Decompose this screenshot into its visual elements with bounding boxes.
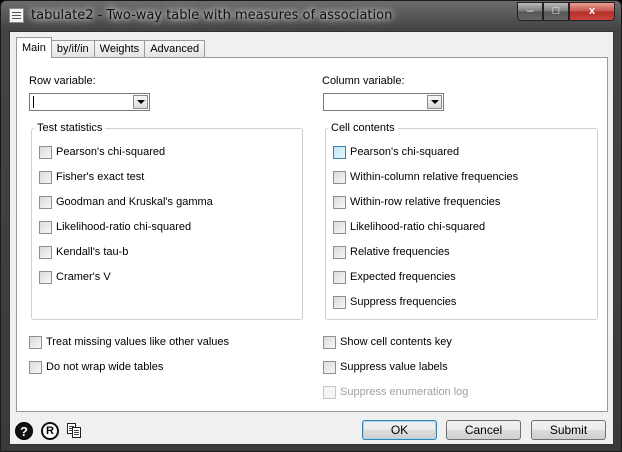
test-taub-checkbox[interactable]: Kendall's tau-b — [39, 245, 128, 259]
cell-row-relfreq-checkbox[interactable]: Within-row relative frequencies — [333, 195, 500, 209]
window-title: tabulate2 - Two-way table with measures … — [31, 8, 393, 23]
tab-strip: Main by/if/in Weights Advanced — [16, 37, 206, 58]
checkbox-label: Suppress frequencies — [350, 296, 457, 308]
checkbox-box[interactable] — [39, 270, 52, 284]
checkbox-box[interactable] — [333, 295, 346, 309]
checkbox-label: Show cell contents key — [340, 336, 452, 348]
checkbox-label: Treat missing values like other values — [46, 336, 230, 348]
minimize-button[interactable]: – — [517, 2, 543, 21]
checkbox-label: Expected frequencies — [350, 271, 456, 283]
no-wrap-checkbox[interactable]: Do not wrap wide tables — [29, 360, 163, 374]
dialog-client: Main by/if/in Weights Advanced Row varia… — [9, 31, 614, 445]
cell-contents-title: Cell contents — [328, 122, 398, 134]
reset-icon[interactable]: R — [41, 422, 59, 440]
checkbox-label: Pearson's chi-squared — [350, 146, 460, 158]
test-fisher-exact-checkbox[interactable]: Fisher's exact test — [39, 170, 144, 184]
checkbox-box[interactable] — [333, 270, 346, 284]
cell-column-relfreq-checkbox[interactable]: Within-column relative frequencies — [333, 170, 518, 184]
checkbox-label: Within-column relative frequencies — [350, 171, 519, 183]
test-pearson-chi2-checkbox[interactable]: Pearson's chi-squared — [39, 145, 165, 159]
checkbox-box[interactable] — [333, 245, 346, 259]
show-key-checkbox[interactable]: Show cell contents key — [323, 335, 452, 349]
checkbox-box[interactable] — [323, 335, 336, 349]
checkbox-box[interactable] — [333, 195, 346, 209]
checkbox-label: Goodman and Kruskal's gamma — [56, 196, 213, 208]
checkbox-box[interactable] — [39, 245, 52, 259]
checkbox-box[interactable] — [333, 220, 346, 234]
checkbox-box[interactable] — [39, 220, 52, 234]
cell-suppress-freq-checkbox[interactable]: Suppress frequencies — [333, 295, 456, 309]
checkbox-box — [323, 385, 336, 399]
window-controls: – □ x — [517, 2, 615, 21]
cell-expected-checkbox[interactable]: Expected frequencies — [333, 270, 456, 284]
copy-page-front — [72, 427, 81, 438]
row-variable-dropdown-button[interactable] — [133, 95, 148, 109]
checkbox-label: Within-row relative frequencies — [350, 196, 501, 208]
submit-button[interactable]: Submit — [531, 420, 606, 440]
checkbox-label: Cramer's V — [56, 271, 111, 283]
checkbox-label: Suppress value labels — [340, 361, 448, 373]
checkbox-label: Likelihood-ratio chi-squared — [350, 221, 486, 233]
suppress-enumeration-log-checkbox: Suppress enumeration log — [323, 385, 468, 399]
tab-weights[interactable]: Weights — [93, 40, 146, 58]
row-variable-combo[interactable] — [29, 93, 150, 111]
test-gamma-checkbox[interactable]: Goodman and Kruskal's gamma — [39, 195, 213, 209]
close-button[interactable]: x — [569, 2, 615, 21]
help-icon[interactable]: ? — [15, 422, 33, 440]
test-cramers-v-checkbox[interactable]: Cramer's V — [39, 270, 111, 284]
checkbox-label: Fisher's exact test — [56, 171, 145, 183]
test-statistics-title: Test statistics — [34, 122, 106, 134]
copy-icon[interactable] — [66, 422, 84, 440]
checkbox-box[interactable] — [333, 145, 346, 159]
column-variable-dropdown-button[interactable] — [427, 95, 442, 109]
checkbox-box[interactable] — [39, 195, 52, 209]
missing-values-checkbox[interactable]: Treat missing values like other values — [29, 335, 229, 349]
checkbox-box[interactable] — [29, 335, 42, 349]
tab-main[interactable]: Main — [16, 37, 52, 58]
title-bar[interactable]: tabulate2 - Two-way table with measures … — [1, 1, 621, 31]
checkbox-box[interactable] — [323, 360, 336, 374]
ok-button[interactable]: OK — [362, 420, 437, 440]
tab-by-if-in[interactable]: by/if/in — [50, 40, 95, 58]
checkbox-label: Pearson's chi-squared — [56, 146, 166, 158]
main-tab-panel: Row variable: Column variable: Test stat… — [16, 57, 608, 412]
dialog-window: tabulate2 - Two-way table with measures … — [0, 0, 622, 452]
row-variable-label: Row variable: — [29, 75, 96, 87]
checkbox-label: Kendall's tau-b — [56, 246, 129, 258]
column-variable-combo[interactable] — [323, 93, 444, 111]
maximize-button[interactable]: □ — [543, 2, 569, 21]
cancel-button[interactable]: Cancel — [446, 420, 521, 440]
text-caret — [33, 96, 34, 108]
tab-advanced[interactable]: Advanced — [144, 40, 206, 58]
checkbox-label: Suppress enumeration log — [340, 386, 469, 398]
checkbox-box[interactable] — [29, 360, 42, 374]
suppress-value-labels-checkbox[interactable]: Suppress value labels — [323, 360, 448, 374]
cell-relfreq-checkbox[interactable]: Relative frequencies — [333, 245, 450, 259]
checkbox-label: Likelihood-ratio chi-squared — [56, 221, 192, 233]
test-lr-chi2-checkbox[interactable]: Likelihood-ratio chi-squared — [39, 220, 191, 234]
checkbox-box[interactable] — [333, 170, 346, 184]
app-icon — [9, 8, 24, 23]
checkbox-box[interactable] — [39, 170, 52, 184]
cell-pearson-chi2-checkbox[interactable]: Pearson's chi-squared — [333, 145, 459, 159]
checkbox-label: Relative frequencies — [350, 246, 450, 258]
checkbox-box[interactable] — [39, 145, 52, 159]
checkbox-label: Do not wrap wide tables — [46, 361, 164, 373]
cell-lr-chi2-checkbox[interactable]: Likelihood-ratio chi-squared — [333, 220, 485, 234]
column-variable-label: Column variable: — [322, 75, 405, 87]
